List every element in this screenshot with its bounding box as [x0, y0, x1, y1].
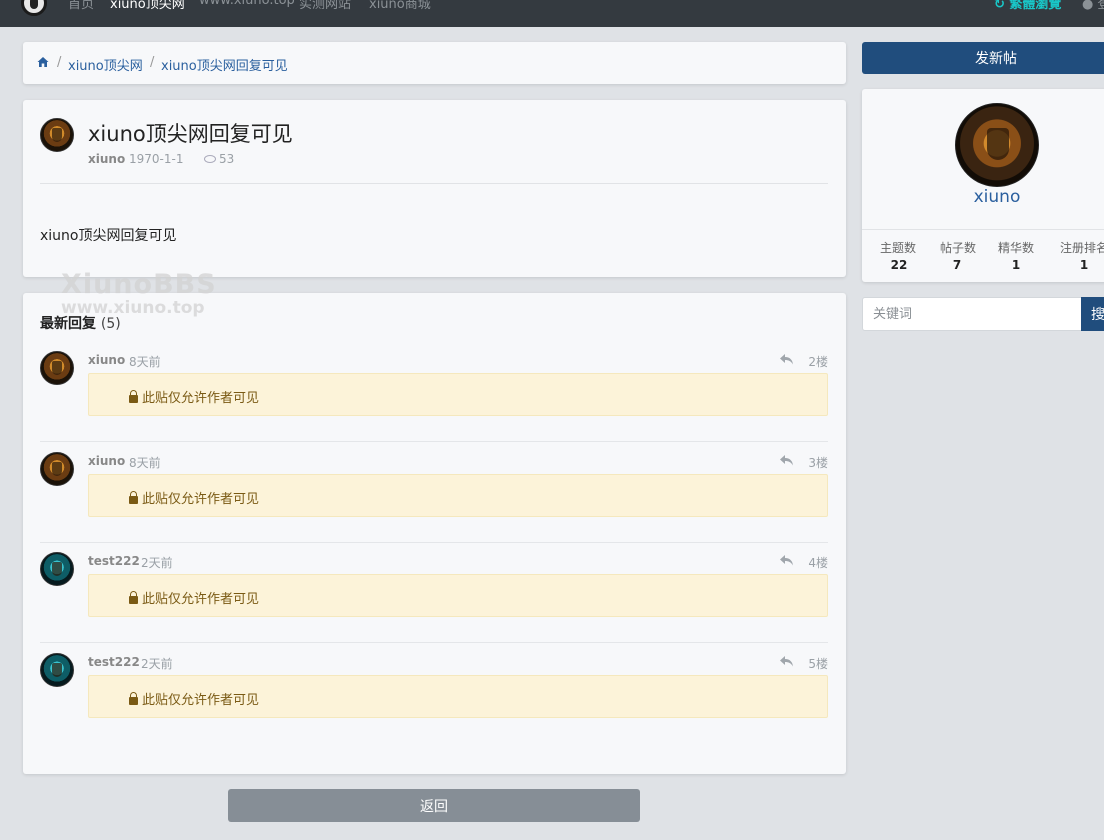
search-input[interactable] — [862, 297, 1082, 331]
watermark: XiunoBBS www.xiuno.top — [61, 271, 217, 317]
top-navbar: 首页 xiuno顶尖网 www.xiuno.top 实测网站 xiuno商城 ↻… — [0, 0, 1104, 27]
reply-item: xiuno 8天前 2楼 此贴仅允许作者可见 — [40, 351, 828, 441]
reply-time: 8天前 — [129, 456, 161, 470]
reply-user[interactable]: test222 — [88, 655, 140, 669]
reply-item: test222 2天前 5楼 此贴仅允许作者可见 — [40, 653, 828, 743]
lock-icon — [129, 390, 138, 403]
avatar[interactable] — [40, 351, 74, 385]
nav-item-test-sites[interactable]: 实测网站 — [299, 0, 351, 12]
locked-content-notice: 此贴仅允许作者可见 — [88, 474, 828, 517]
locked-text: 此贴仅允许作者可见 — [142, 391, 260, 406]
reply-icon[interactable] — [780, 354, 793, 365]
replies-title-text: 最新回复 — [40, 316, 96, 332]
reply-user[interactable]: test222 — [88, 554, 140, 568]
stat-posts-value: 7 — [952, 258, 962, 272]
reply-user[interactable]: xiuno — [88, 454, 125, 468]
lock-icon — [129, 692, 138, 705]
post-author[interactable]: xiuno — [88, 152, 125, 166]
new-post-button[interactable]: 发新帖 — [862, 42, 1104, 74]
nav-item-store[interactable]: xiuno商城 — [369, 0, 431, 12]
reply-floor: 5楼 — [808, 657, 828, 671]
reply-floor: 4楼 — [808, 556, 828, 570]
user-icon: ● — [1082, 0, 1094, 12]
site-logo-icon[interactable] — [21, 0, 47, 16]
replies-title: 最新回复 (5) — [40, 313, 121, 333]
locked-content-notice: 此贴仅允许作者可见 — [88, 373, 828, 416]
breadcrumb-forum[interactable]: xiuno顶尖网 — [68, 55, 143, 74]
reply-time: 8天前 — [129, 355, 161, 369]
nav-item-home[interactable]: 首页 — [68, 0, 94, 12]
post-date: 1970-1-1 — [129, 152, 184, 166]
divider — [862, 229, 1104, 230]
thread-post: xiuno顶尖网回复可见 xiuno 1970-1-1 53 xiuno顶尖网回… — [23, 100, 846, 277]
stat-rank-label: 注册排名 — [1060, 241, 1104, 255]
eye-icon — [204, 155, 216, 163]
traditional-chinese-toggle[interactable]: ↻ 繁體瀏覽 — [994, 0, 1061, 12]
locked-text-wrap: 此贴仅允许作者可见 — [129, 689, 259, 708]
locked-text: 此贴仅允许作者可见 — [142, 492, 260, 507]
nav-item-site-url[interactable]: www.xiuno.top — [199, 0, 295, 8]
lock-icon — [129, 491, 138, 504]
reply-item: test222 2天前 4楼 此贴仅允许作者可见 — [40, 552, 828, 642]
locked-text-wrap: 此贴仅允许作者可见 — [129, 387, 259, 406]
replies-count: (5) — [100, 316, 121, 332]
divider — [40, 183, 828, 184]
locked-text-wrap: 此贴仅允许作者可见 — [129, 588, 259, 607]
reply-time: 2天前 — [141, 556, 173, 570]
locked-text-wrap: 此贴仅允许作者可见 — [129, 488, 259, 507]
stat-digest-value: 1 — [1011, 258, 1021, 272]
breadcrumb-thread[interactable]: xiuno顶尖网回复可见 — [161, 55, 288, 74]
profile-name[interactable]: xiuno — [862, 187, 1104, 207]
avatar[interactable] — [40, 452, 74, 486]
breadcrumb-separator: / — [150, 55, 155, 70]
stat-threads-value: 22 — [890, 258, 908, 272]
stat-threads-label: 主题数 — [880, 241, 917, 255]
login-link[interactable]: ● 登 — [1082, 0, 1104, 12]
stat-posts-label: 帖子数 — [940, 241, 977, 255]
divider — [40, 542, 828, 543]
post-views-count: 53 — [219, 152, 235, 166]
post-views: 53 — [204, 152, 234, 166]
divider — [40, 441, 828, 442]
reply-icon[interactable] — [780, 656, 793, 667]
post-body: xiuno顶尖网回复可见 — [40, 228, 177, 244]
reply-user[interactable]: xiuno — [88, 353, 125, 367]
reply-icon[interactable] — [780, 455, 793, 466]
avatar[interactable] — [40, 552, 74, 586]
divider — [40, 642, 828, 643]
avatar[interactable] — [40, 653, 74, 687]
locked-text: 此贴仅允许作者可见 — [142, 592, 260, 607]
locked-content-notice: 此贴仅允许作者可见 — [88, 574, 828, 617]
search-button[interactable]: 搜 — [1081, 297, 1104, 331]
reply-icon[interactable] — [780, 555, 793, 566]
home-icon[interactable] — [37, 56, 49, 68]
breadcrumb: / xiuno顶尖网 / xiuno顶尖网回复可见 — [23, 42, 846, 84]
post-title: xiuno顶尖网回复可见 — [88, 122, 293, 146]
stat-rank-value: 1 — [1079, 258, 1089, 272]
author-profile-card: xiuno 主题数 22 帖子数 7 精华数 1 注册排名 1 — [862, 89, 1104, 282]
breadcrumb-separator: / — [57, 55, 62, 70]
nav-item-xiuno[interactable]: xiuno顶尖网 — [110, 0, 185, 12]
locked-text: 此贴仅允许作者可见 — [142, 693, 260, 708]
back-button[interactable]: 返回 — [228, 789, 640, 822]
reply-item: xiuno 8天前 3楼 此贴仅允许作者可见 — [40, 452, 828, 542]
login-label: 登 — [1097, 0, 1104, 12]
reply-floor: 2楼 — [808, 355, 828, 369]
traditional-label: 繁體瀏覽 — [1009, 0, 1062, 12]
stat-digest-label: 精华数 — [998, 241, 1035, 255]
avatar[interactable] — [40, 118, 74, 152]
reply-floor: 3楼 — [808, 456, 828, 470]
avatar[interactable] — [955, 103, 1039, 187]
lock-icon — [129, 591, 138, 604]
locked-content-notice: 此贴仅允许作者可见 — [88, 675, 828, 718]
reply-time: 2天前 — [141, 657, 173, 671]
replies-section: 最新回复 (5) xiuno 8天前 2楼 此贴仅允许作者可见 xiuno 8天… — [23, 271, 846, 774]
